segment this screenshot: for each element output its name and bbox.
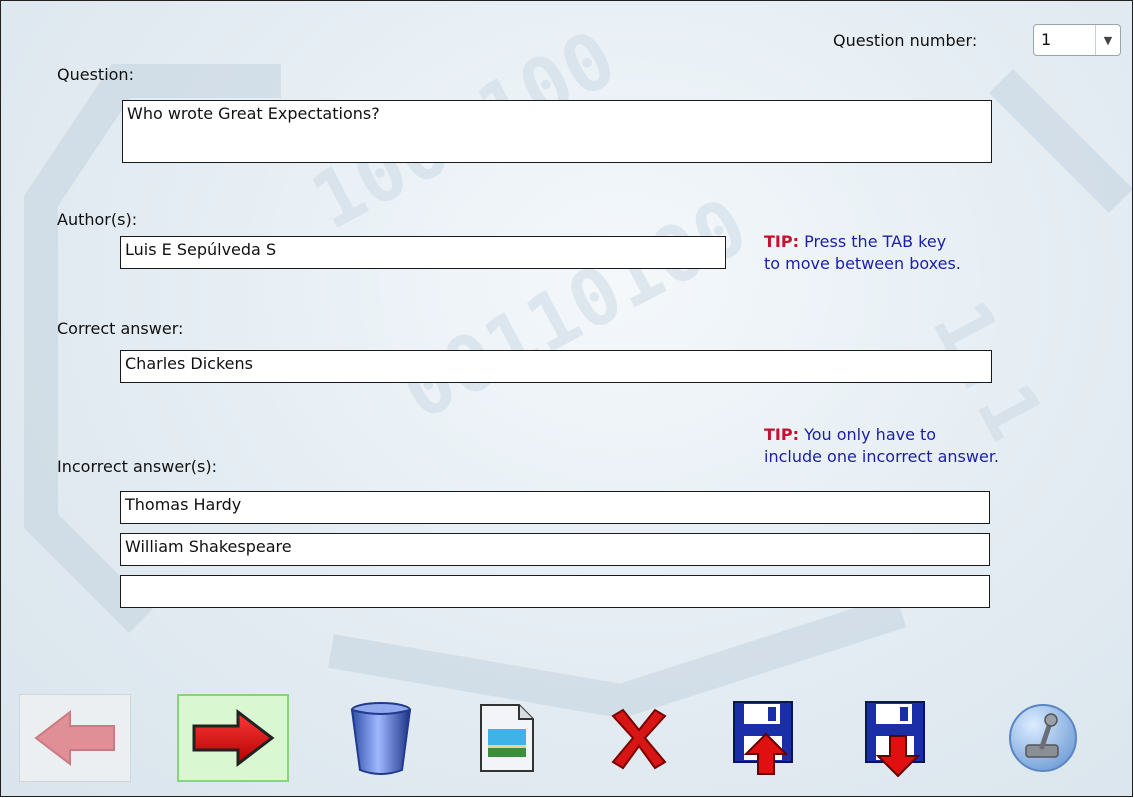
next-question-button[interactable] <box>177 694 289 782</box>
chevron-down-icon[interactable]: ▼ <box>1095 25 1120 55</box>
tip-text-line1: Press the TAB key <box>799 232 947 251</box>
delete-x-icon <box>611 708 667 770</box>
tip-tab-key: TIP: Press the TAB key to move between b… <box>764 231 961 275</box>
svg-text:00110100: 00110100 <box>388 182 762 438</box>
tip-label: TIP: <box>764 425 799 444</box>
joystick-icon <box>1009 704 1077 772</box>
question-number-label: Question number: <box>833 31 978 50</box>
question-label: Question: <box>57 65 134 84</box>
image-file-icon <box>480 704 534 772</box>
incorrect-answer-input-1[interactable]: Thomas Hardy <box>120 491 990 524</box>
authors-label: Author(s): <box>57 210 138 229</box>
insert-image-button[interactable] <box>451 694 563 782</box>
left-arrow-icon <box>34 709 115 767</box>
incorrect-answers-label: Incorrect answer(s): <box>57 457 217 476</box>
quiz-editor-window: 1001100 00110100 1.1 Question number: 1 … <box>0 0 1133 797</box>
question-number-select[interactable]: 1 ▼ <box>1033 24 1121 56</box>
tip-incorrect-answer: TIP: You only have to include one incorr… <box>764 424 999 468</box>
save-download-icon <box>865 701 925 778</box>
save-download-button[interactable] <box>841 694 953 782</box>
clear-button[interactable] <box>583 694 695 782</box>
trash-icon <box>350 702 412 775</box>
save-upload-button[interactable] <box>709 694 821 782</box>
incorrect-answer-input-2[interactable]: William Shakespeare <box>120 533 990 566</box>
tip-text-line1: You only have to <box>799 425 937 444</box>
tip-label: TIP: <box>764 232 799 251</box>
right-arrow-icon <box>192 708 275 768</box>
play-game-button[interactable] <box>987 694 1099 782</box>
author-input[interactable]: Luis E Sepúlveda S <box>120 236 726 269</box>
incorrect-answer-input-3[interactable] <box>120 575 990 608</box>
question-textarea[interactable]: Who wrote Great Expectations? <box>122 100 992 163</box>
previous-question-button[interactable] <box>19 694 131 782</box>
tip-text-line2: include one incorrect answer. <box>764 447 1000 466</box>
correct-answer-input[interactable]: Charles Dickens <box>120 350 992 383</box>
save-upload-icon <box>733 701 793 775</box>
question-number-value: 1 <box>1041 30 1052 49</box>
delete-question-button[interactable] <box>325 694 437 782</box>
correct-answer-label: Correct answer: <box>57 319 184 338</box>
tip-text-line2: to move between boxes. <box>764 254 961 273</box>
